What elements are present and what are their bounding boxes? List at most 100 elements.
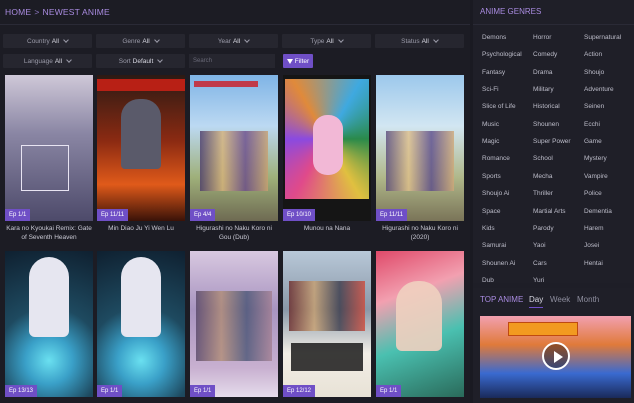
genre-link[interactable]: Mecha — [533, 173, 553, 180]
genre-link[interactable]: Ecchi — [584, 121, 600, 128]
anime-card[interactable]: Ep 13/13 — [5, 251, 93, 401]
chevron-down-icon — [63, 37, 69, 43]
episode-badge: Ep 1/1 — [190, 385, 216, 397]
anime-poster[interactable]: Ep 1/1 — [376, 251, 464, 397]
genre-link[interactable]: School — [533, 155, 553, 162]
genre-link[interactable]: Romance — [482, 155, 510, 162]
genre-link[interactable]: Game — [584, 138, 602, 145]
genre-link[interactable]: Hentai — [584, 260, 603, 267]
main-content: HOME > NEWEST ANIME Country All Genre All Ye… — [0, 0, 470, 403]
genre-link[interactable]: Comedy — [533, 51, 557, 58]
anime-poster[interactable]: Ep 12/12 — [283, 251, 371, 397]
anime-card[interactable]: Ep 4/4 Higurashi no Naku Koro ni Gou (Du… — [190, 75, 278, 245]
genre-link[interactable]: Adventure — [584, 86, 614, 93]
genre-link[interactable]: Drama — [533, 69, 553, 76]
genre-link[interactable]: Music — [482, 121, 499, 128]
anime-card[interactable]: Ep 11/11 Min Diao Ju Yi Wen Lu — [97, 75, 185, 245]
anime-title[interactable]: Kara no Kyoukai Remix: Gate of Seventh H… — [5, 224, 93, 242]
genre-link[interactable]: Yuri — [533, 277, 544, 284]
anime-poster[interactable]: Ep 4/4 — [190, 75, 278, 221]
anime-title[interactable]: Min Diao Ju Yi Wen Lu — [97, 224, 185, 233]
top-anime-poster[interactable] — [480, 316, 631, 398]
anime-card[interactable]: Ep 1/1 — [97, 251, 185, 401]
genre-link[interactable]: Military — [533, 86, 554, 93]
episode-badge: Ep 10/10 — [283, 209, 316, 221]
status-filter-value: All — [421, 37, 429, 45]
genre-link[interactable]: Police — [584, 190, 602, 197]
genre-link[interactable]: Super Power — [533, 138, 571, 145]
genre-link[interactable]: Magic — [482, 138, 499, 145]
poster-art — [313, 115, 343, 175]
genre-link[interactable]: Horror — [533, 34, 551, 41]
poster-art — [121, 257, 161, 337]
type-filter[interactable]: Type All — [282, 34, 371, 48]
genre-link[interactable]: Cars — [533, 260, 547, 267]
play-icon[interactable] — [542, 342, 570, 370]
genre-link[interactable]: Seinen — [584, 103, 604, 110]
genre-link[interactable]: Shounen — [533, 121, 559, 128]
genre-link[interactable]: Dementia — [584, 208, 612, 215]
anime-poster[interactable]: Ep 13/13 — [5, 251, 93, 397]
genre-link[interactable]: Vampire — [584, 173, 608, 180]
funnel-icon — [286, 58, 293, 64]
search-input[interactable]: Search — [189, 54, 275, 68]
genre-link[interactable]: Shoujo — [584, 69, 604, 76]
genre-link[interactable]: Slice of Life — [482, 103, 516, 110]
anime-poster[interactable]: Ep 1/1 — [5, 75, 93, 221]
genre-link[interactable]: Fantasy — [482, 69, 505, 76]
anime-poster[interactable]: Ep 1/1 — [190, 251, 278, 397]
genre-link[interactable]: Shounen Ai — [482, 260, 515, 267]
status-filter[interactable]: Status All — [375, 34, 464, 48]
anime-card[interactable]: Ep 1/1 Kara no Kyoukai Remix: Gate of Se… — [5, 75, 93, 245]
genre-link[interactable]: Martial Arts — [533, 208, 566, 215]
genre-link[interactable]: Thriller — [533, 190, 553, 197]
breadcrumb-home[interactable]: HOME — [5, 7, 31, 17]
genre-link[interactable]: Harem — [584, 225, 604, 232]
breadcrumb-separator: > — [34, 7, 40, 17]
tab-week[interactable]: Week — [550, 295, 570, 304]
genre-link[interactable]: Mystery — [584, 155, 607, 162]
genre-link[interactable]: Dub — [482, 277, 494, 284]
anime-title[interactable]: Higurashi no Naku Koro ni (2020) — [376, 224, 464, 242]
anime-card[interactable]: Ep 12/12 — [283, 251, 371, 401]
anime-poster[interactable]: Ep 11/11 — [97, 75, 185, 221]
genre-link[interactable]: Psychological — [482, 51, 522, 58]
episode-badge: Ep 1/1 — [376, 385, 402, 397]
poster-art — [289, 281, 365, 331]
search-placeholder: Search — [193, 58, 213, 64]
country-filter[interactable]: Country All — [3, 34, 92, 48]
genre-link[interactable]: Supernatural — [584, 34, 621, 41]
anime-card[interactable]: Ep 11/11 Higurashi no Naku Koro ni (2020… — [376, 75, 464, 245]
anime-card[interactable]: Ep 1/1 — [190, 251, 278, 401]
tab-month[interactable]: Month — [577, 295, 599, 304]
anime-poster[interactable]: Ep 1/1 — [97, 251, 185, 397]
anime-title[interactable]: Higurashi no Naku Koro ni Gou (Dub) — [190, 224, 278, 242]
type-filter-value: All — [326, 37, 334, 45]
tab-day[interactable]: Day — [529, 295, 544, 308]
genre-link[interactable]: Samurai — [482, 242, 506, 249]
genre-link[interactable]: Sci-Fi — [482, 86, 499, 93]
genre-filter[interactable]: Genre All — [96, 34, 185, 48]
genre-link[interactable]: Historical — [533, 103, 560, 110]
filter-button[interactable]: Filter — [283, 54, 313, 68]
genre-link[interactable]: Shoujo Ai — [482, 190, 509, 197]
genre-filter-value: All — [142, 37, 150, 45]
genre-link[interactable]: Kids — [482, 225, 495, 232]
genre-link[interactable]: Space — [482, 208, 500, 215]
genre-link[interactable]: Demons — [482, 34, 506, 41]
genre-link[interactable]: Sports — [482, 173, 501, 180]
anime-poster[interactable]: Ep 10/10 — [283, 75, 371, 221]
anime-card[interactable]: Ep 1/1 — [376, 251, 464, 401]
anime-title[interactable]: Munou na Nana — [283, 224, 371, 233]
genre-link[interactable]: Parody — [533, 225, 554, 232]
genre-link[interactable]: Action — [584, 51, 602, 58]
episode-badge: Ep 13/13 — [5, 385, 38, 397]
anime-card[interactable]: Ep 10/10 Munou na Nana — [283, 75, 371, 245]
genre-link[interactable]: Yaoi — [533, 242, 546, 249]
anime-poster[interactable]: Ep 11/11 — [376, 75, 464, 221]
year-filter[interactable]: Year All — [189, 34, 278, 48]
sort-filter[interactable]: Sort Default — [96, 54, 185, 68]
language-filter[interactable]: Language All — [3, 54, 92, 68]
country-filter-value: All — [51, 37, 59, 45]
genre-link[interactable]: Josei — [584, 242, 599, 249]
